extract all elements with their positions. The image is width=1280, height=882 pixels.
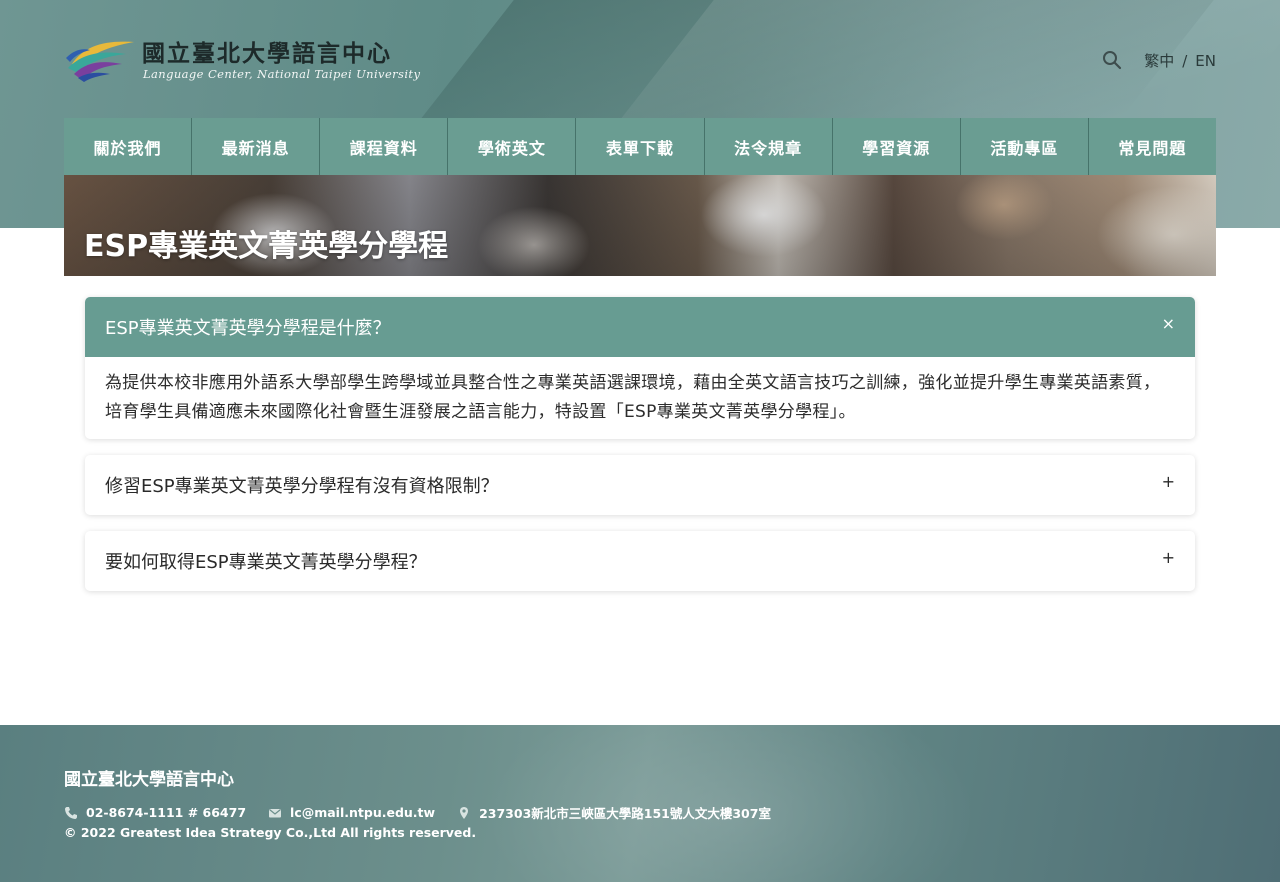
copyright: © 2022 Greatest Idea Strategy Co.,Ltd Al… (64, 825, 477, 840)
faq-item: 要如何取得ESP專業英文菁英學分學程？ + (85, 531, 1195, 591)
footer-email-text: lc@mail.ntpu.edu.tw (290, 805, 436, 820)
faq-accordion: ESP專業英文菁英學分學程是什麼？ × 為提供本校非應用外語系大學部學生跨學域並… (85, 297, 1195, 607)
nav-item-forms[interactable]: 表單下載 (576, 118, 705, 175)
nav-item-regulations[interactable]: 法令規章 (705, 118, 833, 175)
nav-item-faq[interactable]: 常見問題 (1089, 118, 1216, 175)
nav-item-news[interactable]: 最新消息 (192, 118, 321, 175)
footer-contacts: 02-8674-1111 # 66477 lc@mail.ntpu.edu.tw… (64, 803, 793, 822)
nav-item-resources[interactable]: 學習資源 (833, 118, 961, 175)
logo-mark-icon (66, 41, 134, 82)
language-switcher: 繁中 / EN (1144, 50, 1216, 71)
nav-item-courses[interactable]: 課程資料 (320, 118, 449, 175)
nav-item-academic-english[interactable]: 學術英文 (448, 118, 577, 175)
footer-phone-text: 02-8674-1111 # 66477 (86, 805, 247, 820)
close-icon[interactable]: × (1162, 316, 1175, 332)
footer-phone: 02-8674-1111 # 66477 (64, 805, 246, 820)
mail-icon (269, 808, 282, 817)
footer-address-text: 237303新北市三峽區大學路151號人文大樓307室 (479, 806, 771, 821)
faq-item: ESP專業英文菁英學分學程是什麼？ × 為提供本校非應用外語系大學部學生跨學域並… (85, 297, 1195, 439)
site-footer: 國立臺北大學語言中心 02-8674-1111 # 66477 lc@mail.… (0, 725, 1280, 882)
faq-question-header[interactable]: 要如何取得ESP專業英文菁英學分學程？ + (85, 531, 1195, 591)
lang-separator: / (1182, 51, 1188, 70)
logo-title-cn: 國立臺北大學語言中心 (142, 40, 392, 67)
footer-email[interactable]: lc@mail.ntpu.edu.tw (268, 805, 435, 820)
plus-icon[interactable]: + (1162, 550, 1175, 566)
logo-title-en: Language Center, National Taipei Univers… (143, 67, 421, 81)
faq-question-text: ESP專業英文菁英學分學程是什麼？ (105, 318, 391, 339)
faq-item: 修習ESP專業英文菁英學分學程有沒有資格限制？ + (85, 455, 1195, 515)
location-pin-icon (460, 806, 469, 819)
site-logo[interactable]: 國立臺北大學語言中心 Language Center, National Tai… (64, 34, 444, 86)
faq-question-header[interactable]: ESP專業英文菁英學分學程是什麼？ × (85, 297, 1195, 357)
nav-item-about[interactable]: 關於我們 (64, 118, 193, 175)
faq-question-header[interactable]: 修習ESP專業英文菁英學分學程有沒有資格限制？ + (85, 455, 1195, 515)
page-banner: ESP專業英文菁英學分學程 (64, 175, 1216, 276)
search-icon[interactable] (1102, 50, 1122, 70)
faq-question-text: 修習ESP專業英文菁英學分學程有沒有資格限制？ (105, 476, 499, 497)
faq-answer: 為提供本校非應用外語系大學部學生跨學域並具整合性之專業英語選課環境，藉由全英文語… (105, 373, 1161, 422)
plus-icon[interactable]: + (1162, 474, 1175, 490)
lang-zh-link[interactable]: 繁中 (1144, 52, 1174, 70)
main-nav: 關於我們 最新消息 課程資料 學術英文 表單下載 法令規章 學習資源 活動專區 … (64, 118, 1216, 175)
page-title: ESP專業英文菁英學分學程 (84, 229, 449, 264)
header-utilities: 繁中 / EN (1102, 48, 1216, 72)
faq-question-text: 要如何取得ESP專業英文菁英學分學程？ (105, 552, 427, 573)
lang-en-link[interactable]: EN (1195, 52, 1216, 70)
footer-address: 237303新北市三峽區大學路151號人文大樓307室 (457, 803, 771, 822)
phone-icon (65, 806, 77, 819)
footer-title: 國立臺北大學語言中心 (64, 770, 234, 790)
nav-item-events[interactable]: 活動專區 (961, 118, 1089, 175)
